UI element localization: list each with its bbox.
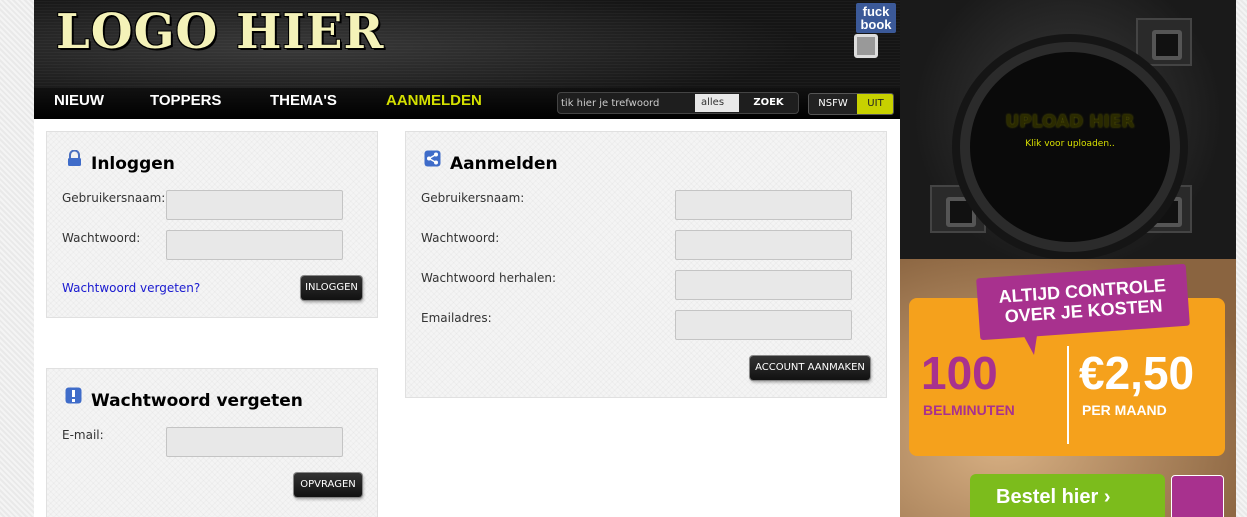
site-logo[interactable]: LOGO HIER xyxy=(56,4,384,60)
search-button[interactable]: ZOEK xyxy=(739,93,798,113)
login-panel: Inloggen Gebruikersnaam: Wachtwoord: Wac… xyxy=(46,131,378,318)
register-password-repeat-input[interactable] xyxy=(675,270,852,300)
register-password-input[interactable] xyxy=(675,230,852,260)
nsfw-off-state[interactable]: UIT xyxy=(857,94,893,114)
nav-item-nieuw[interactable]: NIEUW xyxy=(54,92,104,109)
share-icon xyxy=(424,150,441,167)
register-password-repeat-label: Wachtwoord herhalen: xyxy=(421,271,557,285)
nav-item-toppers[interactable]: TOPPERS xyxy=(150,92,221,109)
lock-icon xyxy=(68,150,81,166)
ad-divider xyxy=(1067,346,1069,444)
nav-item-themas[interactable]: THEMA'S xyxy=(270,92,337,109)
main-content: Inloggen Gebruikersnaam: Wachtwoord: Wac… xyxy=(34,119,900,517)
upload-subtitle[interactable]: Klik voor uploaden.. xyxy=(900,139,1236,149)
search-box: alles ZOEK xyxy=(557,92,799,114)
forgot-email-input[interactable] xyxy=(166,427,343,457)
register-panel: Aanmelden Gebruikersnaam: Wachtwoord: Wa… xyxy=(405,131,887,398)
clip-decoration-icon xyxy=(854,34,878,58)
login-button[interactable]: INLOGGEN xyxy=(301,276,362,300)
forgot-email-label: E-mail: xyxy=(62,428,104,442)
ad-minutes-unit: BELMINUTEN xyxy=(923,402,1015,418)
facebook-badge[interactable]: fuck book xyxy=(856,3,896,33)
ad-price-value: €2,50 xyxy=(1079,347,1195,399)
register-password-label: Wachtwoord: xyxy=(421,231,500,245)
exclamation-icon xyxy=(65,387,82,404)
login-title: Inloggen xyxy=(91,154,175,174)
register-email-input[interactable] xyxy=(675,310,852,340)
site-header: LOGO HIER fuck book NIEUW TOPPERS THEMA'… xyxy=(34,0,900,119)
ad-side-button[interactable] xyxy=(1171,475,1224,517)
nsfw-toggle[interactable]: NSFW UIT xyxy=(808,93,894,115)
search-scope-select[interactable]: alles xyxy=(695,94,739,112)
register-username-label: Gebruikersnaam: xyxy=(421,191,525,205)
facebook-badge-text: fuck book xyxy=(860,4,892,32)
login-username-label: Gebruikersnaam: xyxy=(62,191,166,205)
forgot-password-panel: Wachtwoord vergeten E-mail: OPVRAGEN xyxy=(46,368,378,517)
bracket-decoration-icon xyxy=(1136,18,1192,66)
ad-minutes-value: 100 xyxy=(921,347,998,399)
register-email-label: Emailadres: xyxy=(421,311,492,325)
register-title: Aanmelden xyxy=(450,154,558,174)
forgot-password-link[interactable]: Wachtwoord vergeten? xyxy=(62,281,200,295)
ad-order-button[interactable]: Bestel hier › xyxy=(970,474,1165,517)
register-username-input[interactable] xyxy=(675,190,852,220)
advertisement[interactable]: 100 BELMINUTEN €2,50 PER MAAND ALTIJD CO… xyxy=(900,259,1236,517)
upload-area[interactable]: UPLOAD HIER Klik voor uploaden.. xyxy=(900,0,1236,259)
search-input[interactable] xyxy=(561,95,691,111)
nav-item-aanmelden[interactable]: AANMELDEN xyxy=(386,92,482,109)
upload-title: UPLOAD HIER xyxy=(1005,112,1135,132)
ad-price-unit: PER MAAND xyxy=(1082,402,1167,418)
request-password-button[interactable]: OPVRAGEN xyxy=(294,473,362,497)
login-password-label: Wachtwoord: xyxy=(62,231,141,245)
nsfw-label: NSFW xyxy=(818,98,848,109)
login-password-input[interactable] xyxy=(166,230,343,260)
login-username-input[interactable] xyxy=(166,190,343,220)
main-nav: NIEUW TOPPERS THEMA'S AANMELDEN alles ZO… xyxy=(34,88,900,119)
forgot-password-title: Wachtwoord vergeten xyxy=(91,391,303,411)
create-account-button[interactable]: ACCOUNT AANMAKEN xyxy=(750,356,870,380)
